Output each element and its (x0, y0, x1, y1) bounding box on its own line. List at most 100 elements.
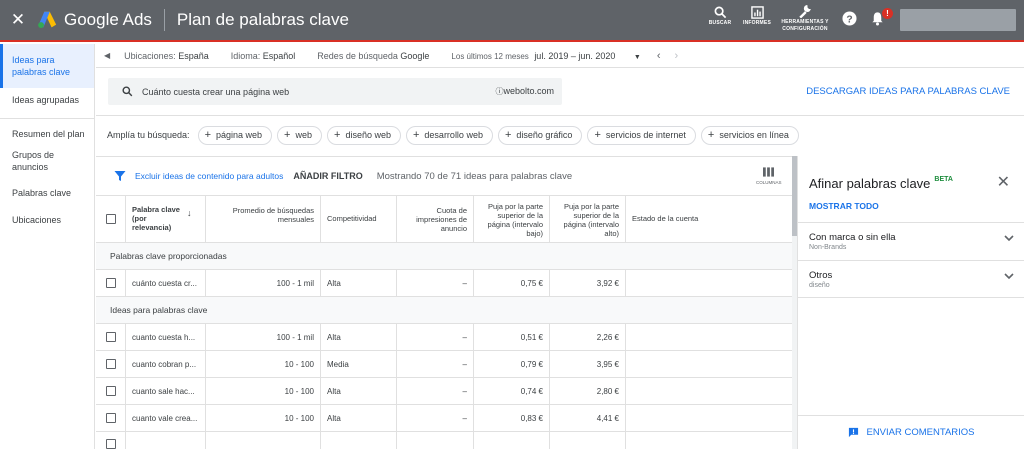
avg-searches-text: 10 - 100 (284, 359, 314, 369)
plus-icon: + (204, 129, 211, 141)
row-checkbox[interactable] (105, 413, 116, 423)
adult-content-filter[interactable]: Excluir ideas de contenido para adultos (135, 171, 283, 181)
download-ideas-link[interactable]: DESCARGAR IDEAS PARA PALABRAS CLAVE (806, 86, 1010, 97)
account-status-cell (626, 405, 792, 431)
group-subtitle: diseño (809, 282, 830, 289)
help-icon[interactable]: ? (842, 11, 857, 26)
refine-title-text: Afinar palabras clave (809, 176, 931, 191)
keyword-ideas-table: Excluir ideas de contenido para adultos … (96, 156, 792, 449)
bid-high-cell: 4,41 € (550, 405, 626, 431)
broaden-chip[interactable]: + servicios de internet (587, 125, 696, 145)
previous-period-icon[interactable]: ‹ (657, 50, 661, 62)
avg-searches-cell: 10 - 100 (206, 405, 321, 431)
impression-share-cell: – (397, 324, 474, 350)
columns-button[interactable]: COLUMNAS (756, 167, 782, 185)
column-header-account-status[interactable]: Estado de la cuenta (626, 196, 792, 242)
competition-header-label: Competitividad (327, 214, 377, 223)
search-row: Cuánto cuesta crear una página web ⓘwebo… (96, 68, 1024, 116)
sidebar-item-grouped-ideas[interactable]: Ideas agrupadas (0, 88, 94, 118)
broaden-chip[interactable]: + diseño gráfico (497, 125, 583, 145)
table-row-partial (96, 432, 792, 449)
reports-tool-label: INFORMES (743, 20, 771, 26)
row-checkbox[interactable] (105, 278, 116, 288)
column-header-bid-high[interactable]: Puja por la parte superior de la página … (550, 196, 626, 242)
bid-high-cell: 3,92 € (550, 270, 626, 296)
sidebar-item-plan-overview[interactable]: Resumen del plan (0, 118, 94, 147)
competition-text: Alta (327, 332, 341, 342)
add-filter-button[interactable]: AÑADIR FILTRO (293, 171, 362, 181)
impression-share-text: – (462, 413, 467, 423)
column-header-impression-share[interactable]: Cuota de impresiones de anuncio (397, 196, 474, 242)
sidebar: Ideas para palabras clave Ideas agrupada… (0, 44, 95, 449)
plus-icon: + (504, 129, 512, 141)
competition-text: Media (327, 359, 349, 369)
close-icon[interactable]: ✕ (0, 0, 36, 40)
sidebar-item-keyword-ideas[interactable]: Ideas para palabras clave (0, 44, 94, 88)
column-header-bid-low[interactable]: Puja por la parte superior de la página … (474, 196, 550, 242)
impression-share-header-label: Cuota de impresiones de anuncio (416, 206, 467, 233)
keyword-search-input[interactable]: Cuánto cuesta crear una página web ⓘwebo… (108, 78, 562, 105)
dropdown-arrow-icon: ▼ (633, 53, 641, 61)
column-header-keyword[interactable]: Palabra clave (por relevancia) ↓ (126, 196, 206, 242)
broaden-chip[interactable]: + página web (197, 125, 273, 145)
tools-settings-button[interactable]: HERRAMIENTAS Y CONFIGURACIÓN (776, 2, 834, 33)
table-header-row: Palabra clave (por relevancia) ↓ Promedio… (96, 195, 792, 243)
row-checkbox[interactable] (105, 439, 116, 449)
table-row: cuanto cuesta h... 100 - 1 mil Alta – 0,… (96, 324, 792, 351)
broaden-chip[interactable]: + desarrollo web (405, 125, 493, 145)
checkbox-cell (96, 324, 126, 350)
row-checkbox[interactable] (105, 386, 116, 396)
notification-badge: ! (882, 8, 893, 19)
bid-low-text: 0,75 € (520, 278, 543, 288)
impression-share-text: – (462, 278, 467, 288)
row-checkbox[interactable] (105, 359, 116, 369)
row-checkbox[interactable] (105, 332, 116, 342)
refine-group-others[interactable]: Otros diseño (798, 260, 1024, 298)
sidebar-item-ad-groups[interactable]: Grupos de anuncios (0, 147, 70, 185)
account-selector[interactable] (900, 9, 1016, 31)
sidebar-item-keywords[interactable]: Palabras clave (0, 185, 94, 212)
close-panel-icon[interactable]: ✕ (997, 172, 1010, 192)
language-filter[interactable]: Idioma: Español (231, 51, 296, 61)
keyword-text: cuánto cuesta cr... (132, 278, 197, 288)
next-period-icon[interactable]: › (675, 50, 679, 62)
plus-icon: + (594, 129, 601, 141)
impression-share-cell: – (397, 405, 474, 431)
column-header-avg-searches[interactable]: Promedio de búsquedas mensuales (206, 196, 321, 242)
checkbox-cell (96, 432, 126, 449)
send-feedback-button[interactable]: ENVIAR COMENTARIOS (798, 415, 1024, 449)
bid-high-cell: 3,95 € (550, 351, 626, 377)
show-all-link[interactable]: MOSTRAR TODO (809, 201, 879, 211)
search-icon (714, 6, 726, 19)
app-root: ✕ Google Ads Plan de palabras clave BUSC… (0, 0, 1024, 449)
chevron-down-icon (1004, 273, 1014, 280)
columns-label: COLUMNAS (756, 180, 782, 185)
section-provided-keywords: Palabras clave proporcionadas (96, 243, 792, 270)
network-filter[interactable]: Redes de búsqueda Google (317, 51, 429, 61)
broaden-chip[interactable]: + diseño web (327, 125, 401, 145)
refine-group-brand[interactable]: Con marca o sin ella Non-Brands (798, 222, 1024, 260)
filter-icon[interactable] (114, 170, 126, 182)
group-title: Con marca o sin ella (809, 232, 896, 243)
locations-filter[interactable]: Ubicaciones: España (124, 51, 209, 61)
table-row: cuanto sale hac... 10 - 100 Alta – 0,74 … (96, 378, 792, 405)
broaden-chip[interactable]: + web (277, 125, 322, 145)
column-header-competition[interactable]: Competitividad (321, 196, 397, 242)
feedback-label: ENVIAR COMENTARIOS (866, 427, 975, 438)
bid-high-text: 3,95 € (596, 359, 619, 369)
website-tag[interactable]: ⓘwebolto.com (495, 86, 554, 97)
collapse-sidebar-icon[interactable]: ◀ (104, 51, 110, 60)
select-all-checkbox[interactable] (105, 214, 116, 224)
date-range-filter[interactable]: Los últimos 12 meses jul. 2019 – jun. 20… (451, 51, 640, 61)
keyword-cell: cuanto cuesta h... (126, 324, 206, 350)
wrench-icon (799, 5, 811, 18)
chip-label: web (295, 130, 312, 140)
bid-low-cell: 0,74 € (474, 378, 550, 404)
chip-label: diseño gráfico (516, 130, 573, 140)
account-status-cell (626, 351, 792, 377)
broaden-chip[interactable]: + servicios en línea (700, 125, 799, 145)
sidebar-item-locations[interactable]: Ubicaciones (0, 212, 94, 232)
competition-cell: Alta (321, 378, 397, 404)
bid-high-cell (550, 432, 626, 449)
bid-high-cell: 2,80 € (550, 378, 626, 404)
